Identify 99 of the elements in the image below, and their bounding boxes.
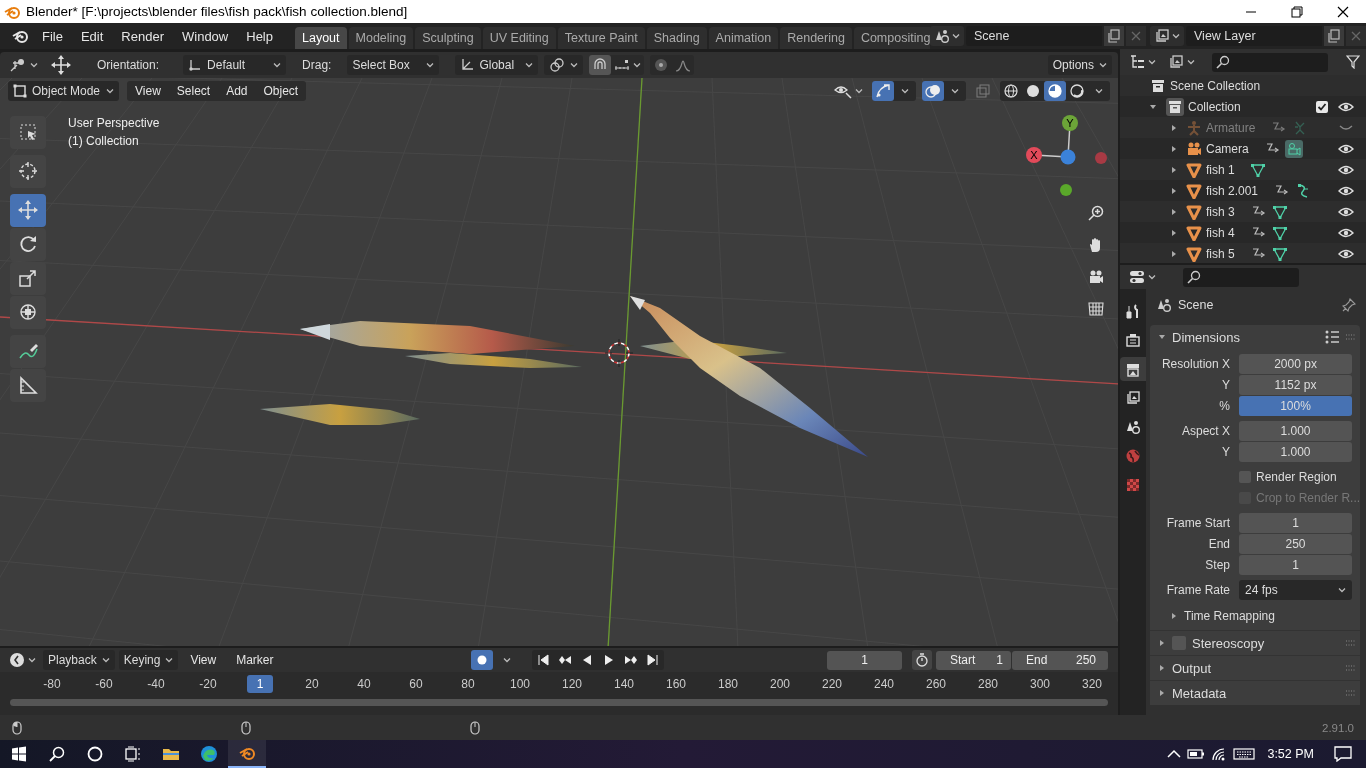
field-label: Start	[950, 651, 976, 669]
field-label: Y	[1221, 378, 1231, 392]
menu-item[interactable]: Edit	[72, 25, 112, 47]
frame-tick: 200	[769, 677, 791, 692]
drag-dropdown[interactable]: Select Box	[347, 54, 440, 75]
frame-rate-dropdown[interactable]: 24 fps	[1239, 580, 1353, 600]
frame-tick: 320	[1081, 677, 1103, 692]
frame-tick: 100	[509, 677, 531, 692]
frame-tick: 280	[977, 677, 999, 692]
tree-item[interactable]: fish 2.001	[1206, 183, 1259, 198]
frame-tick: 220	[821, 677, 843, 692]
field-label: End	[1207, 537, 1231, 551]
menu-item[interactable]: Add	[218, 80, 256, 101]
frame-tick: 260	[925, 677, 947, 692]
number-field[interactable]: 1	[1239, 513, 1353, 533]
orientation-dropdown[interactable]: Default	[183, 54, 287, 75]
current-frame-field[interactable]: 1	[827, 650, 902, 670]
field-label: Aspect X	[1180, 424, 1231, 438]
number-field[interactable]: 2000 px	[1239, 354, 1353, 374]
frame-tick: 40	[356, 677, 372, 692]
frame-tick: 160	[665, 677, 687, 692]
field-label: %	[1218, 399, 1231, 413]
frame-tick: 180	[717, 677, 739, 692]
panel-header[interactable]: Stereoscopy	[1150, 630, 1361, 655]
percentage-slider[interactable]: 100%	[1239, 396, 1353, 416]
workspace-tab[interactable]: Texture Paint	[557, 27, 645, 49]
field-label: Y	[1221, 445, 1231, 459]
start-frame-field[interactable]: Start 1	[936, 650, 1011, 670]
menu-item[interactable]: Window	[174, 25, 237, 47]
menu-item[interactable]: File	[34, 25, 71, 47]
window-title: Blender* [F:\projects\blender files\fish pack\fish collection.blend]	[26, 4, 408, 19]
end-frame-field[interactable]: End 250	[1012, 650, 1108, 670]
tree-item[interactable]: Armature	[1206, 120, 1256, 135]
tree-item[interactable]: fish 1	[1206, 162, 1235, 177]
number-field[interactable]: 250	[1239, 534, 1353, 554]
frame-tick: -20	[198, 677, 218, 692]
frame-tick: 60	[408, 677, 424, 692]
tree-item[interactable]: fish 4	[1206, 225, 1235, 240]
tree-item[interactable]: Camera	[1206, 141, 1249, 156]
field-value: 250	[1075, 651, 1096, 669]
version-label: 2.91.0	[1322, 721, 1354, 734]
panel-header[interactable]: Dimensions	[1150, 325, 1361, 349]
menu-dropdown[interactable]: Keying	[118, 650, 179, 671]
menu-item[interactable]: Object	[255, 80, 307, 101]
workspace-tab[interactable]: Layout	[295, 27, 347, 49]
number-field[interactable]: 1.000	[1239, 442, 1353, 462]
workspace-tab[interactable]: Sculpting	[415, 27, 481, 49]
menu-item[interactable]: Select	[168, 80, 219, 101]
frame-tick: -80	[42, 677, 62, 692]
scene-selector[interactable]: Scene	[966, 26, 1102, 46]
field-label: Frame Rate	[1165, 583, 1231, 597]
clock[interactable]: 3:52 PM	[1261, 747, 1328, 761]
transform-orientation-dropdown[interactable]: Global	[455, 54, 539, 75]
collection-info: (1) Collection	[68, 133, 140, 148]
frame-tick: 240	[873, 677, 895, 692]
frame-tick: 20	[304, 677, 320, 692]
subpanel-header[interactable]: Time Remapping	[1150, 606, 1361, 626]
number-field[interactable]: 1	[1239, 555, 1353, 575]
number-field[interactable]: 1152 px	[1239, 375, 1353, 395]
mode-dropdown[interactable]: Object Mode	[8, 80, 119, 101]
menu-item[interactable]: Marker	[228, 650, 282, 671]
menu-item[interactable]: Help	[238, 25, 281, 47]
axis-label: Y	[1066, 116, 1074, 129]
workspace-tab[interactable]: Rendering	[780, 27, 852, 49]
tree-item[interactable]: fish 3	[1206, 204, 1235, 219]
options-dropdown[interactable]: Options	[1047, 54, 1112, 75]
tree-item[interactable]: fish 5	[1206, 246, 1235, 261]
axis-label: X	[1030, 148, 1038, 161]
frame-tick: 80	[460, 677, 476, 692]
frame-tick: 300	[1029, 677, 1051, 692]
field-label: Step	[1204, 558, 1231, 572]
field-value: 1	[996, 651, 1003, 669]
drag-label: Drag:	[301, 57, 333, 72]
menu-item[interactable]: View	[127, 80, 169, 101]
panel-header[interactable]: Metadata	[1150, 680, 1361, 705]
workspace-tab[interactable]: Modeling	[348, 27, 414, 49]
workspace-tab[interactable]: Shading	[646, 27, 707, 49]
context-label: Scene	[1178, 298, 1215, 312]
view-layer-selector[interactable]: View Layer	[1186, 26, 1322, 46]
menu-item[interactable]: View	[182, 650, 225, 671]
number-field[interactable]: 1.000	[1239, 421, 1353, 441]
field-label: Frame Start	[1165, 516, 1231, 530]
menu-dropdown[interactable]: Playback	[43, 650, 115, 671]
frame-tick: 140	[613, 677, 635, 692]
frame-tick: 120	[561, 677, 583, 692]
frame-tick: -60	[94, 677, 114, 692]
panel-header[interactable]: Output	[1150, 655, 1361, 680]
frame-tick: -40	[146, 677, 166, 692]
checkbox-label[interactable]: Render Region	[1256, 470, 1337, 484]
workspace-tab[interactable]: UV Editing	[482, 27, 556, 49]
playhead[interactable]: 1	[247, 675, 273, 694]
workspace-tab[interactable]: Animation	[708, 27, 779, 49]
view-name: User Perspective	[68, 115, 160, 130]
workspace-tab[interactable]: Compositing	[853, 27, 930, 49]
field-label: End	[1026, 651, 1048, 669]
field-label: Resolution X	[1160, 357, 1231, 371]
orientation-label: Orientation:	[96, 57, 161, 72]
tree-item[interactable]: Collection	[1188, 99, 1241, 114]
menu-item[interactable]: Render	[113, 25, 172, 47]
